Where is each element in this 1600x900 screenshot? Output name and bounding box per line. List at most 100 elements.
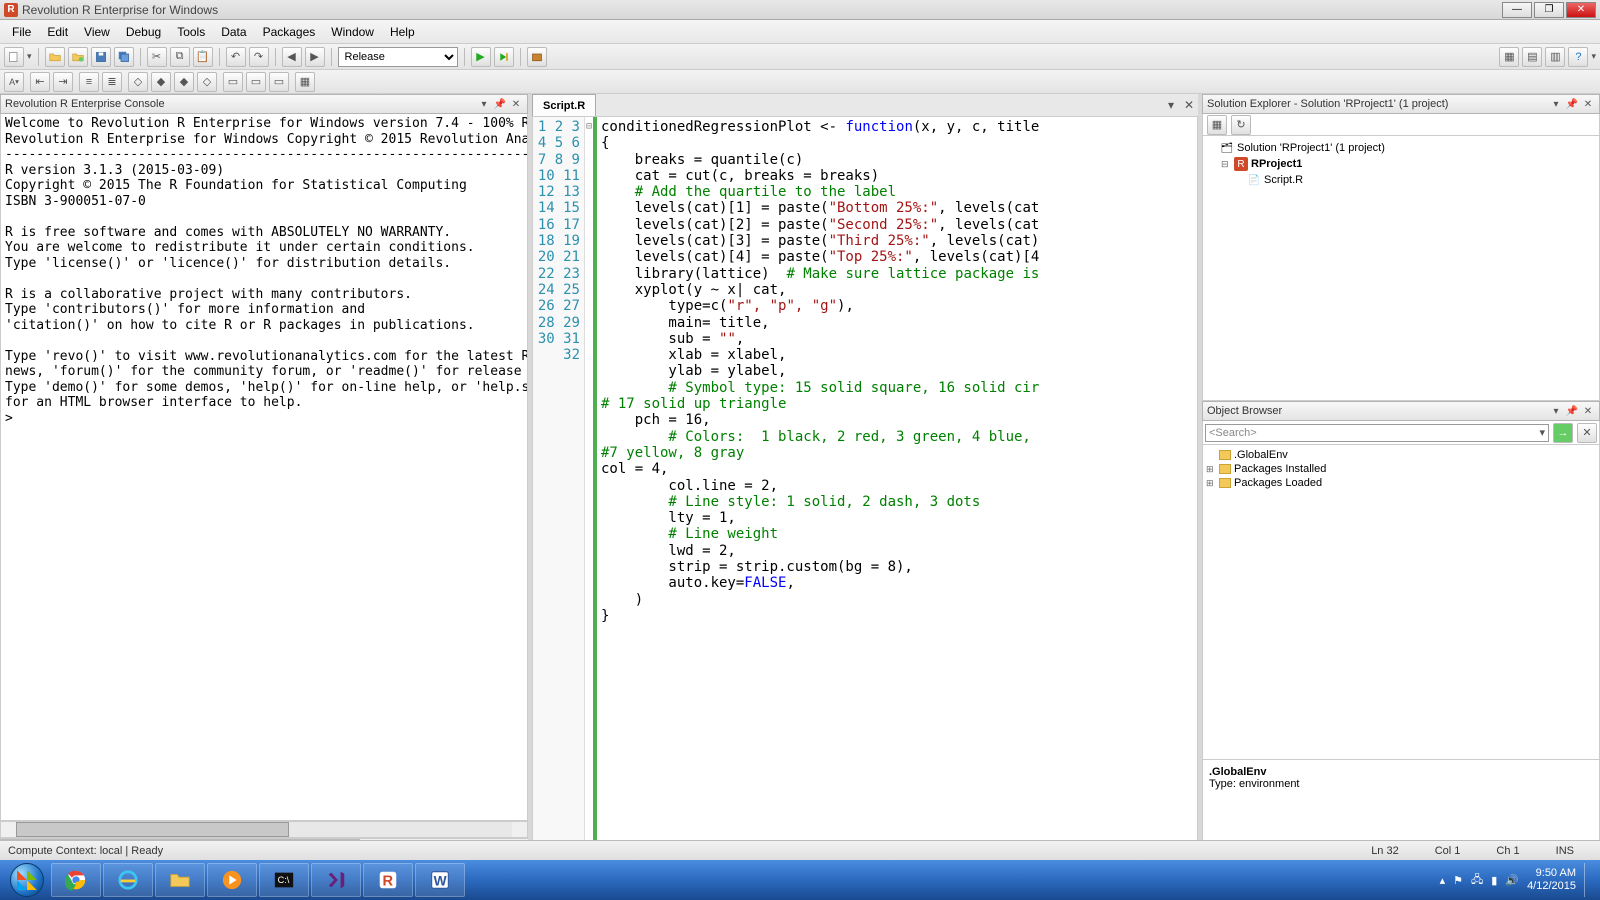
object-detail-type: Type: environment xyxy=(1209,778,1593,790)
object-browser-title[interactable]: Object Browser ▾ 📌 ✕ xyxy=(1202,401,1600,421)
console-output[interactable]: Welcome to Revolution R Enterprise for W… xyxy=(0,114,528,821)
new-item-button[interactable] xyxy=(4,47,24,67)
save-button[interactable] xyxy=(91,47,111,67)
tray-clock[interactable]: 9:50 AM 4/12/2015 xyxy=(1527,867,1576,893)
run-line-button[interactable] xyxy=(494,47,514,67)
tray-volume-icon[interactable]: 🔊 xyxy=(1505,874,1519,887)
tray-up-icon[interactable]: ▴ xyxy=(1440,874,1446,887)
taskbar-media-player-icon[interactable] xyxy=(207,863,257,897)
package-button[interactable] xyxy=(527,47,547,67)
close-button[interactable]: ✕ xyxy=(1566,2,1596,18)
bookmark-button[interactable]: ◇ xyxy=(128,72,148,92)
object-browser-title-text: Object Browser xyxy=(1207,405,1282,417)
menu-packages[interactable]: Packages xyxy=(255,22,324,42)
copy-button[interactable]: ⧉ xyxy=(170,47,190,67)
toggle-button-2[interactable]: ▭ xyxy=(246,72,266,92)
font-smaller-button[interactable]: A▾ xyxy=(4,72,24,92)
panel-pin-icon[interactable]: 📌 xyxy=(1565,404,1579,418)
panel-dropdown-icon[interactable]: ▾ xyxy=(477,97,491,111)
solution-refresh-button[interactable]: ↻ xyxy=(1231,115,1251,135)
system-tray[interactable]: ▴ ⚑ 🖧 ▮ 🔊 9:50 AM 4/12/2015 xyxy=(1440,863,1596,897)
menu-file[interactable]: File xyxy=(4,22,39,42)
menu-help[interactable]: Help xyxy=(382,22,423,42)
panel-close-icon[interactable]: ✕ xyxy=(509,97,523,111)
start-button[interactable] xyxy=(4,862,50,898)
taskbar-cmd-icon[interactable]: C:\ xyxy=(259,863,309,897)
panel-close-icon[interactable]: ✕ xyxy=(1581,97,1595,111)
solution-tree[interactable]: 🗂Solution 'RProject1' (1 project) ⊟RRPro… xyxy=(1202,136,1600,401)
menu-view[interactable]: View xyxy=(76,22,118,42)
menu-data[interactable]: Data xyxy=(213,22,254,42)
object-node[interactable]: .GlobalEnv xyxy=(1206,448,1596,462)
taskbar-word-icon[interactable]: W xyxy=(415,863,465,897)
paste-button[interactable]: 📋 xyxy=(193,47,213,67)
menu-tools[interactable]: Tools xyxy=(169,22,213,42)
menu-window[interactable]: Window xyxy=(323,22,382,42)
menu-edit[interactable]: Edit xyxy=(39,22,76,42)
config-dropdown[interactable]: Release xyxy=(338,47,458,67)
tray-battery-icon[interactable]: ▮ xyxy=(1491,874,1497,887)
toggle-button-3[interactable]: ▭ xyxy=(269,72,289,92)
panel-pin-icon[interactable]: 📌 xyxy=(493,97,507,111)
solution-tool-1[interactable]: ▦ xyxy=(1207,115,1227,135)
panel-dropdown-icon[interactable]: ▾ xyxy=(1549,404,1563,418)
taskbar-visual-studio-icon[interactable] xyxy=(311,863,361,897)
bookmark-clear-button[interactable]: ◇ xyxy=(197,72,217,92)
tool-window-3-button[interactable]: ▥ xyxy=(1545,47,1565,67)
run-button[interactable]: ▶ xyxy=(471,47,491,67)
solution-explorer-title[interactable]: Solution Explorer - Solution 'RProject1'… xyxy=(1202,94,1600,114)
project-node[interactable]: ⊟RRProject1 xyxy=(1207,156,1595,172)
taskbar-explorer-icon[interactable] xyxy=(155,863,205,897)
tray-network-icon[interactable]: 🖧 xyxy=(1471,871,1483,890)
comment-button[interactable]: ≡ xyxy=(79,72,99,92)
nav-forward-button[interactable]: ▶ xyxy=(305,47,325,67)
open-button[interactable] xyxy=(45,47,65,67)
maximize-button[interactable]: ❐ xyxy=(1534,2,1564,18)
minimize-button[interactable]: — xyxy=(1502,2,1532,18)
show-desktop-button[interactable] xyxy=(1584,863,1592,897)
menu-debug[interactable]: Debug xyxy=(118,22,169,42)
indent-decrease-button[interactable]: ⇤ xyxy=(30,72,50,92)
indent-increase-button[interactable]: ⇥ xyxy=(53,72,73,92)
bookmark-prev-button[interactable]: ◆ xyxy=(151,72,171,92)
object-search-input[interactable]: <Search>▾ xyxy=(1205,424,1549,442)
uncomment-button[interactable]: ≣ xyxy=(102,72,122,92)
redo-button[interactable]: ↷ xyxy=(249,47,269,67)
open-project-button[interactable] xyxy=(68,47,88,67)
taskbar-ie-icon[interactable] xyxy=(103,863,153,897)
panel-close-icon[interactable]: ✕ xyxy=(1581,404,1595,418)
fold-bar[interactable]: ⊟ xyxy=(585,117,597,842)
undo-button[interactable]: ↶ xyxy=(226,47,246,67)
console-panel-title[interactable]: Revolution R Enterprise Console ▾ 📌 ✕ xyxy=(0,94,528,114)
panel-pin-icon[interactable]: 📌 xyxy=(1565,97,1579,111)
bookmark-next-button[interactable]: ◆ xyxy=(174,72,194,92)
save-all-button[interactable] xyxy=(114,47,134,67)
tray-flag-icon[interactable]: ⚑ xyxy=(1453,874,1463,887)
code-area[interactable]: conditionedRegressionPlot <- function(x,… xyxy=(597,117,1197,842)
code-editor[interactable]: 1 2 3 4 5 6 7 8 9 10 11 12 13 14 15 16 1… xyxy=(532,116,1198,843)
tab-script-r[interactable]: Script.R xyxy=(532,94,596,116)
search-clear-button[interactable]: ✕ xyxy=(1577,423,1597,443)
tool-window-2-button[interactable]: ▤ xyxy=(1522,47,1542,67)
taskbar-chrome-icon[interactable] xyxy=(51,863,101,897)
tab-close-icon[interactable]: ✕ xyxy=(1180,94,1198,116)
nav-back-button[interactable]: ◀ xyxy=(282,47,302,67)
search-go-button[interactable]: → xyxy=(1553,423,1573,443)
table-button[interactable]: ▦ xyxy=(295,72,315,92)
object-tree[interactable]: .GlobalEnv⊞Packages Installed⊞Packages L… xyxy=(1202,445,1600,760)
object-node[interactable]: ⊞Packages Loaded xyxy=(1206,476,1596,490)
tool-window-1-button[interactable]: ▦ xyxy=(1499,47,1519,67)
cut-button[interactable]: ✂ xyxy=(147,47,167,67)
taskbar-revolution-r-icon[interactable]: R xyxy=(363,863,413,897)
panel-dropdown-icon[interactable]: ▾ xyxy=(1549,97,1563,111)
status-bar: Compute Context: local | Ready Ln 32 Col… xyxy=(0,840,1600,860)
file-node-script-r[interactable]: 📄Script.R xyxy=(1207,172,1595,188)
console-scrollbar[interactable] xyxy=(0,821,528,838)
solution-root[interactable]: 🗂Solution 'RProject1' (1 project) xyxy=(1207,140,1595,156)
help-button[interactable]: ? xyxy=(1568,47,1588,67)
toggle-button-1[interactable]: ▭ xyxy=(223,72,243,92)
object-detail-name: .GlobalEnv xyxy=(1209,766,1593,778)
object-node[interactable]: ⊞Packages Installed xyxy=(1206,462,1596,476)
windows-taskbar[interactable]: C:\ R W ▴ ⚑ 🖧 ▮ 🔊 9:50 AM 4/12/2015 xyxy=(0,860,1600,900)
tab-list-dropdown-icon[interactable]: ▾ xyxy=(1162,94,1180,116)
